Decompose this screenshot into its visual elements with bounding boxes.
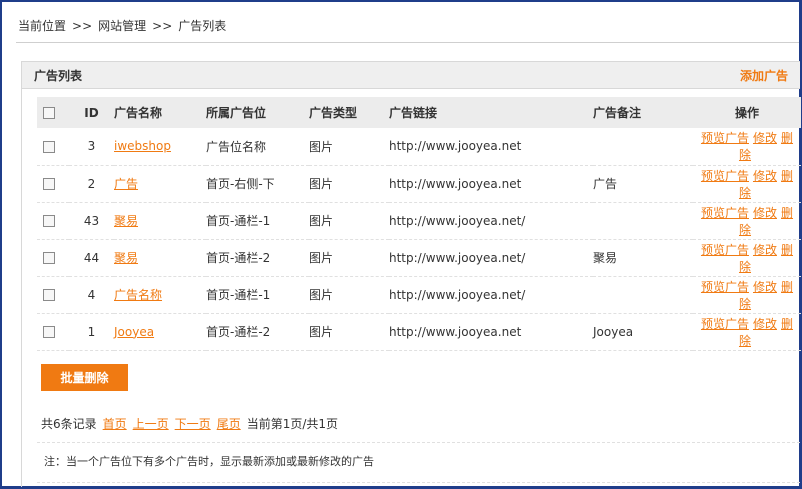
row-note: Jooyea [593, 324, 634, 339]
record-count: 共6条记录 [41, 417, 97, 431]
row-id: 2 [87, 176, 96, 191]
next-page-link[interactable]: 下一页 [175, 415, 211, 432]
table-row: 4 广告名称 首页-通栏-1 图片 http://www.jooyea.net/… [37, 276, 801, 313]
panel-title: 广告列表 [34, 68, 83, 83]
breadcrumb-separator: >> [72, 18, 93, 33]
breadcrumb-current-location: 当前位置 [18, 19, 67, 33]
row-name-link[interactable]: 广告 [114, 177, 138, 191]
add-ad-link[interactable]: 添加广告 [740, 67, 788, 84]
row-url: http://www.jooyea.net/ [389, 287, 526, 302]
row-checkbox[interactable] [43, 326, 55, 338]
row-url: http://www.jooyea.net [389, 139, 522, 154]
edit-link[interactable]: 修改 [753, 280, 777, 294]
first-page-link[interactable]: 首页 [103, 415, 127, 432]
row-type: 图片 [309, 288, 334, 302]
header-note: 广告备注 [593, 106, 642, 120]
pagination: 共6条记录 首页 上一页 下一页 尾页 当前第1页/共1页 [41, 415, 338, 432]
table-row: 1 Jooyea 首页-通栏-2 图片 http://www.jooyea.ne… [37, 313, 801, 350]
row-position: 首页-通栏-2 [206, 251, 271, 265]
preview-ad-link[interactable]: 预览广告 [701, 206, 749, 220]
breadcrumb: 当前位置 >> 网站管理 >> 广告列表 [18, 17, 226, 34]
row-name-link[interactable]: 聚易 [114, 251, 138, 265]
select-all-checkbox[interactable] [43, 107, 55, 119]
row-url: http://www.jooyea.net/ [389, 250, 526, 265]
table-row: 43 聚易 首页-通栏-1 图片 http://www.jooyea.net/ … [37, 202, 801, 239]
row-id: 3 [87, 139, 96, 154]
footnote: 注：当一个广告位下有多个广告时，显示最新添加或最新修改的广告 [44, 455, 374, 468]
row-id: 1 [87, 324, 96, 339]
window-frame: 当前位置 >> 网站管理 >> 广告列表 广告列表 添加广告 ID 广告名称 所… [0, 0, 802, 489]
table-row: 2 广告 首页-右侧-下 图片 http://www.jooyea.net 广告… [37, 165, 801, 202]
row-position: 首页-通栏-1 [206, 214, 271, 228]
breadcrumb-divider [16, 42, 799, 43]
row-note [593, 276, 693, 313]
row-note [593, 202, 693, 239]
row-note: 聚易 [593, 251, 618, 265]
row-id: 44 [83, 250, 100, 265]
row-type: 图片 [309, 177, 334, 191]
edit-link[interactable]: 修改 [753, 317, 777, 331]
table-header-row: ID 广告名称 所属广告位 广告类型 广告链接 广告备注 操作 [37, 97, 801, 128]
row-type: 图片 [309, 325, 334, 339]
pager-divider [37, 442, 800, 443]
header-ops: 操作 [734, 106, 759, 120]
preview-ad-link[interactable]: 预览广告 [701, 169, 749, 183]
preview-ad-link[interactable]: 预览广告 [701, 131, 749, 145]
breadcrumb-separator: >> [152, 18, 173, 33]
row-checkbox[interactable] [43, 215, 55, 227]
panel-header: 广告列表 添加广告 [22, 62, 800, 89]
row-checkbox[interactable] [43, 140, 55, 153]
header-type: 广告类型 [309, 106, 358, 120]
header-url: 广告链接 [389, 106, 438, 120]
row-id: 4 [87, 287, 96, 302]
prev-page-link[interactable]: 上一页 [133, 415, 169, 432]
breadcrumb-site-management[interactable]: 网站管理 [98, 17, 146, 34]
edit-link[interactable]: 修改 [753, 243, 777, 257]
current-page-info: 当前第1页/共1页 [246, 417, 339, 431]
header-position: 所属广告位 [206, 106, 267, 120]
row-note: 广告 [593, 177, 618, 191]
preview-ad-link[interactable]: 预览广告 [701, 243, 749, 257]
preview-ad-link[interactable]: 预览广告 [701, 280, 749, 294]
batch-delete-button[interactable]: 批量删除 [41, 364, 128, 391]
row-checkbox[interactable] [43, 178, 55, 190]
row-position: 广告位名称 [206, 139, 267, 154]
preview-ad-link[interactable]: 预览广告 [701, 317, 749, 331]
row-name-link[interactable]: 聚易 [114, 214, 138, 228]
row-url: http://www.jooyea.net/ [389, 213, 526, 228]
breadcrumb-ad-list: 广告列表 [178, 19, 227, 33]
table-row: 3 iwebshop 广告位名称 图片 http://www.jooyea.ne… [37, 128, 801, 165]
row-checkbox[interactable] [43, 289, 55, 301]
edit-link[interactable]: 修改 [753, 169, 777, 183]
ad-table: ID 广告名称 所属广告位 广告类型 广告链接 广告备注 操作 3 iwebsh… [37, 97, 801, 351]
note-divider [37, 482, 800, 483]
header-name: 广告名称 [114, 106, 163, 120]
row-name-link[interactable]: 广告名称 [114, 288, 162, 302]
row-url: http://www.jooyea.net [389, 324, 522, 339]
row-id: 43 [83, 213, 100, 228]
row-type: 图片 [309, 251, 334, 265]
table-row: 44 聚易 首页-通栏-2 图片 http://www.jooyea.net/ … [37, 239, 801, 276]
row-name-link[interactable]: Jooyea [114, 325, 154, 339]
row-type: 图片 [309, 139, 334, 154]
row-type: 图片 [309, 214, 334, 228]
row-note [593, 128, 693, 165]
last-page-link[interactable]: 尾页 [217, 415, 241, 432]
row-position: 首页-通栏-2 [206, 325, 271, 339]
row-url: http://www.jooyea.net [389, 176, 522, 191]
header-id: ID [84, 105, 99, 120]
row-name-link[interactable]: iwebshop [114, 139, 171, 153]
edit-link[interactable]: 修改 [753, 131, 777, 145]
row-checkbox[interactable] [43, 252, 55, 264]
row-position: 首页-通栏-1 [206, 288, 271, 302]
edit-link[interactable]: 修改 [753, 206, 777, 220]
row-position: 首页-右侧-下 [206, 177, 275, 191]
ad-list-panel: 广告列表 添加广告 ID 广告名称 所属广告位 广告类型 广告链接 广告备注 操… [21, 61, 801, 487]
